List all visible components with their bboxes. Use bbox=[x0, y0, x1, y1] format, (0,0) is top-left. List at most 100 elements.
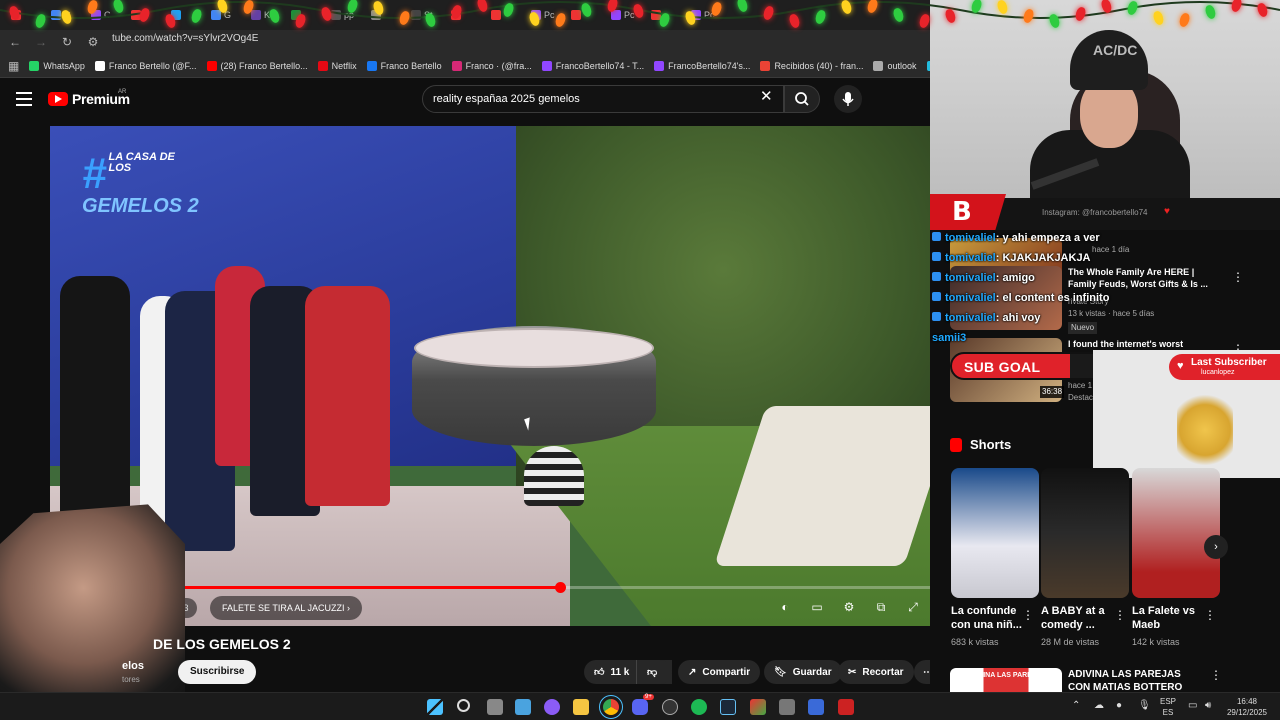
app-icon[interactable] bbox=[838, 699, 854, 715]
chat-username: tomivaliel bbox=[945, 272, 996, 284]
bookmark-item[interactable]: Franco Bertello (@F... bbox=[94, 60, 197, 71]
clip-button[interactable]: ✂ Recortar bbox=[838, 660, 914, 684]
light-bulb bbox=[814, 8, 827, 26]
light-bulb bbox=[1178, 11, 1191, 29]
bookmark-icon: 🔖︎ bbox=[774, 666, 787, 678]
bookmark-item[interactable]: Franco Bertello bbox=[366, 60, 442, 71]
bookmark-label: Recibidos (40) - fran... bbox=[774, 60, 864, 71]
show-hidden-icons[interactable]: ⌃ bbox=[1072, 700, 1080, 711]
shorts-next-button[interactable]: › bbox=[1204, 535, 1228, 559]
light-bulb bbox=[866, 0, 879, 15]
fullscreen-icon[interactable]: ⤢ bbox=[904, 598, 922, 616]
bookmark-item[interactable]: FrancoBertello74's... bbox=[654, 60, 751, 71]
volume-icon[interactable]: 🔊︎ bbox=[1205, 700, 1211, 711]
bookmark-label: outlook bbox=[887, 60, 917, 71]
search-button[interactable] bbox=[784, 85, 820, 113]
short-title[interactable]: La Falete vs Maeb bbox=[1132, 604, 1214, 632]
settings-icon[interactable]: ⚙ bbox=[840, 598, 858, 616]
app-icon[interactable] bbox=[750, 699, 766, 715]
recommendation-menu-icon[interactable]: ⋮ bbox=[1210, 668, 1222, 682]
chat-message: tomivaliel: y ahi empeza a ver bbox=[932, 232, 1100, 244]
miniplayer-icon[interactable]: ⧉ bbox=[872, 598, 890, 616]
autoplay-toggle[interactable]: ◐ bbox=[776, 598, 794, 616]
menu-icon[interactable] bbox=[16, 92, 32, 106]
bookmark-item[interactable]: Franco · (@fra... bbox=[451, 60, 532, 71]
light-bulb bbox=[944, 7, 957, 25]
app-icon[interactable] bbox=[779, 699, 795, 715]
tray-icon[interactable]: ● bbox=[1116, 700, 1122, 711]
discord-icon[interactable] bbox=[632, 699, 648, 715]
short-thumbnail[interactable] bbox=[951, 468, 1039, 598]
microphone-tray-icon[interactable]: 🎙︎ bbox=[1138, 700, 1151, 711]
light-bulb bbox=[190, 7, 203, 25]
light-bulb bbox=[164, 12, 177, 30]
short-menu-icon[interactable]: ⋮ bbox=[1022, 608, 1034, 622]
light-bulb bbox=[710, 0, 723, 18]
steam-icon[interactable] bbox=[720, 699, 736, 715]
apps-grid-icon[interactable]: ▦ bbox=[8, 59, 19, 73]
chat-message: tomivaliel: el content es infinito bbox=[932, 292, 1109, 304]
language-indicator[interactable]: ESP ES bbox=[1160, 696, 1176, 718]
app-icon[interactable] bbox=[808, 699, 824, 715]
file-explorer-icon[interactable] bbox=[573, 699, 589, 715]
recommendation-meta: hace 1 bbox=[1068, 381, 1093, 390]
video-scene-person bbox=[305, 286, 390, 506]
bookmark-item[interactable]: Recibidos (40) - fran... bbox=[760, 60, 864, 71]
subtitles-icon[interactable]: ▭ bbox=[808, 598, 826, 616]
dislike-button[interactable]: 👎︎ bbox=[636, 660, 672, 684]
widgets-icon[interactable] bbox=[515, 699, 531, 715]
last-subscriber-header: ♥ Last Subscriber lucanlopez bbox=[1169, 354, 1280, 380]
youtube-play-icon bbox=[48, 92, 68, 106]
search-input[interactable] bbox=[433, 91, 753, 107]
short-title[interactable]: La confunde con una niñ... bbox=[951, 604, 1033, 632]
network-icon[interactable]: ▭ bbox=[1188, 700, 1197, 711]
short-thumbnail[interactable] bbox=[1041, 468, 1129, 598]
light-bulb bbox=[1022, 7, 1035, 25]
task-view-icon[interactable] bbox=[487, 699, 503, 715]
obs-icon[interactable] bbox=[662, 699, 678, 715]
short-menu-icon[interactable]: ⋮ bbox=[1114, 608, 1126, 622]
short-menu-icon[interactable]: ⋮ bbox=[1204, 608, 1216, 622]
save-button[interactable]: 🔖︎ Guardar bbox=[764, 660, 842, 684]
clock-time: 16:48 bbox=[1236, 697, 1258, 706]
subscribe-button[interactable]: Suscribirse bbox=[178, 660, 257, 684]
recommendation-menu-icon[interactable]: ⋮ bbox=[1232, 270, 1244, 284]
bookmark-label: FrancoBertello74's... bbox=[668, 60, 751, 71]
clear-search-icon[interactable]: ✕ bbox=[760, 89, 773, 105]
bookmark-favicon-icon bbox=[94, 60, 105, 71]
channel-name[interactable]: elos bbox=[122, 660, 144, 672]
heart-icon: ♥ bbox=[1164, 206, 1170, 217]
light-bulb bbox=[60, 8, 73, 26]
chat-text: amigo bbox=[1002, 272, 1035, 284]
bookmark-item[interactable]: FrancoBertello74 - T... bbox=[541, 60, 644, 71]
bookmark-item[interactable]: (28) Franco Bertello... bbox=[206, 60, 308, 71]
bookmark-favicon-icon bbox=[541, 60, 552, 71]
start-icon[interactable] bbox=[427, 699, 443, 715]
light-bulb bbox=[606, 0, 619, 14]
light-bulb bbox=[476, 0, 489, 14]
youtube-logo[interactable]: Premium AR bbox=[48, 89, 130, 107]
shorts-icon bbox=[950, 437, 962, 452]
bookmark-favicon-icon bbox=[760, 60, 771, 71]
clock[interactable]: 16:48 29/12/2025 bbox=[1222, 696, 1272, 718]
video-progress-bar[interactable] bbox=[160, 582, 930, 593]
app-icon[interactable] bbox=[544, 699, 560, 715]
voice-search-button[interactable] bbox=[834, 85, 862, 113]
chapter-button[interactable]: FALETE SE TIRA AL JACUZZI › bbox=[210, 596, 363, 620]
bookmark-item[interactable]: outlook bbox=[873, 60, 917, 71]
short-title[interactable]: A BABY at a comedy ... bbox=[1041, 604, 1123, 632]
bookmark-item[interactable]: WhatsApp bbox=[29, 60, 85, 71]
country-code: AR bbox=[118, 89, 127, 95]
tray-icon[interactable]: ☁ bbox=[1094, 700, 1104, 711]
short-thumbnail[interactable] bbox=[1132, 468, 1220, 598]
chrome-icon[interactable] bbox=[599, 695, 623, 719]
chat-text: KJAKJAKJAKJA bbox=[1002, 252, 1091, 264]
spotify-icon[interactable] bbox=[691, 699, 707, 715]
share-button[interactable]: ↗ Compartir bbox=[678, 660, 761, 684]
bookmark-item[interactable]: Netflix bbox=[317, 60, 357, 71]
search-icon[interactable] bbox=[457, 699, 470, 712]
save-label: Guardar bbox=[792, 666, 832, 678]
thumbs-up-icon: 👍︎ bbox=[594, 667, 605, 678]
recommendation-title[interactable]: ADIVINA LAS PAREJAS CON MATIAS BOTTERO bbox=[1068, 668, 1198, 694]
bookmark-favicon-icon bbox=[451, 60, 462, 71]
